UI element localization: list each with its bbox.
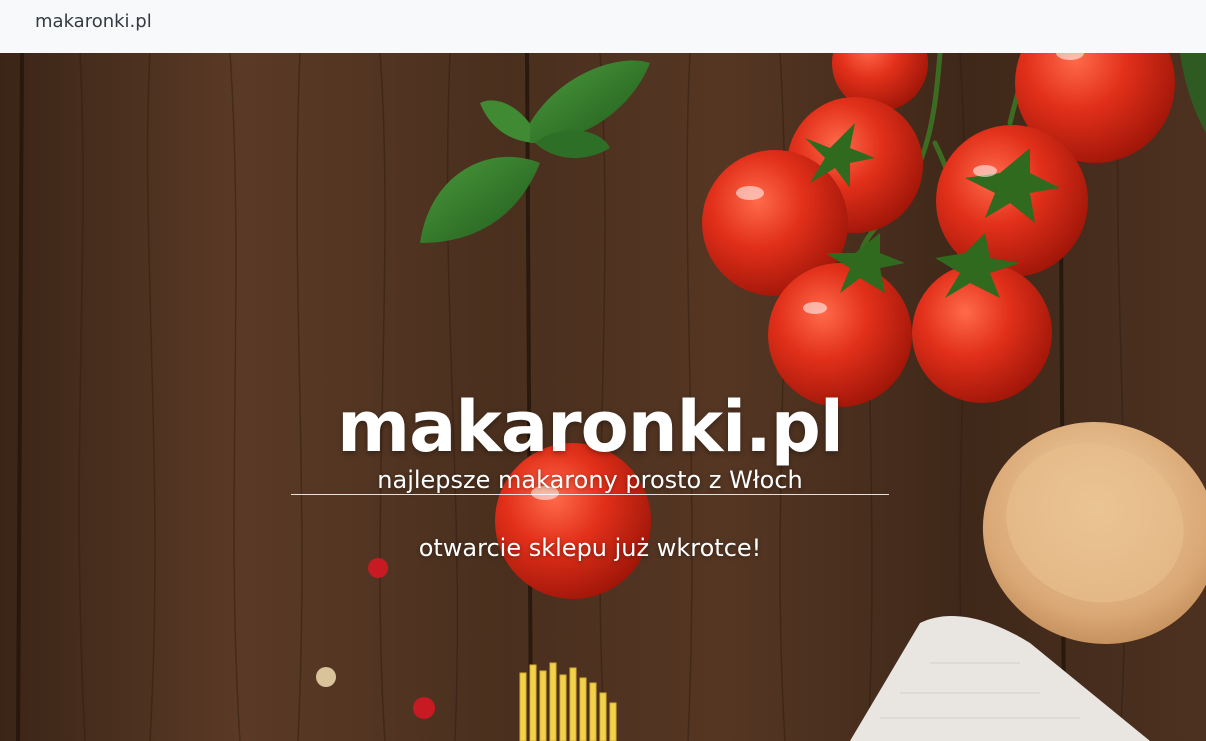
hero-title: makaronki.pl (337, 385, 844, 468)
hero-divider (291, 494, 889, 495)
navbar-brand-link[interactable]: makaronki.pl (35, 10, 152, 34)
opening-notice: otwarcie sklepu już wkrotce! (418, 534, 762, 562)
top-navbar: makaronki.pl (0, 0, 1206, 53)
hero-content: makaronki.pl najlepsze makarony prosto z… (0, 53, 1206, 741)
hero-section: makaronki.pl najlepsze makarony prosto z… (0, 53, 1206, 741)
hero-subtitle: najlepsze makarony prosto z Włoch (377, 466, 803, 494)
